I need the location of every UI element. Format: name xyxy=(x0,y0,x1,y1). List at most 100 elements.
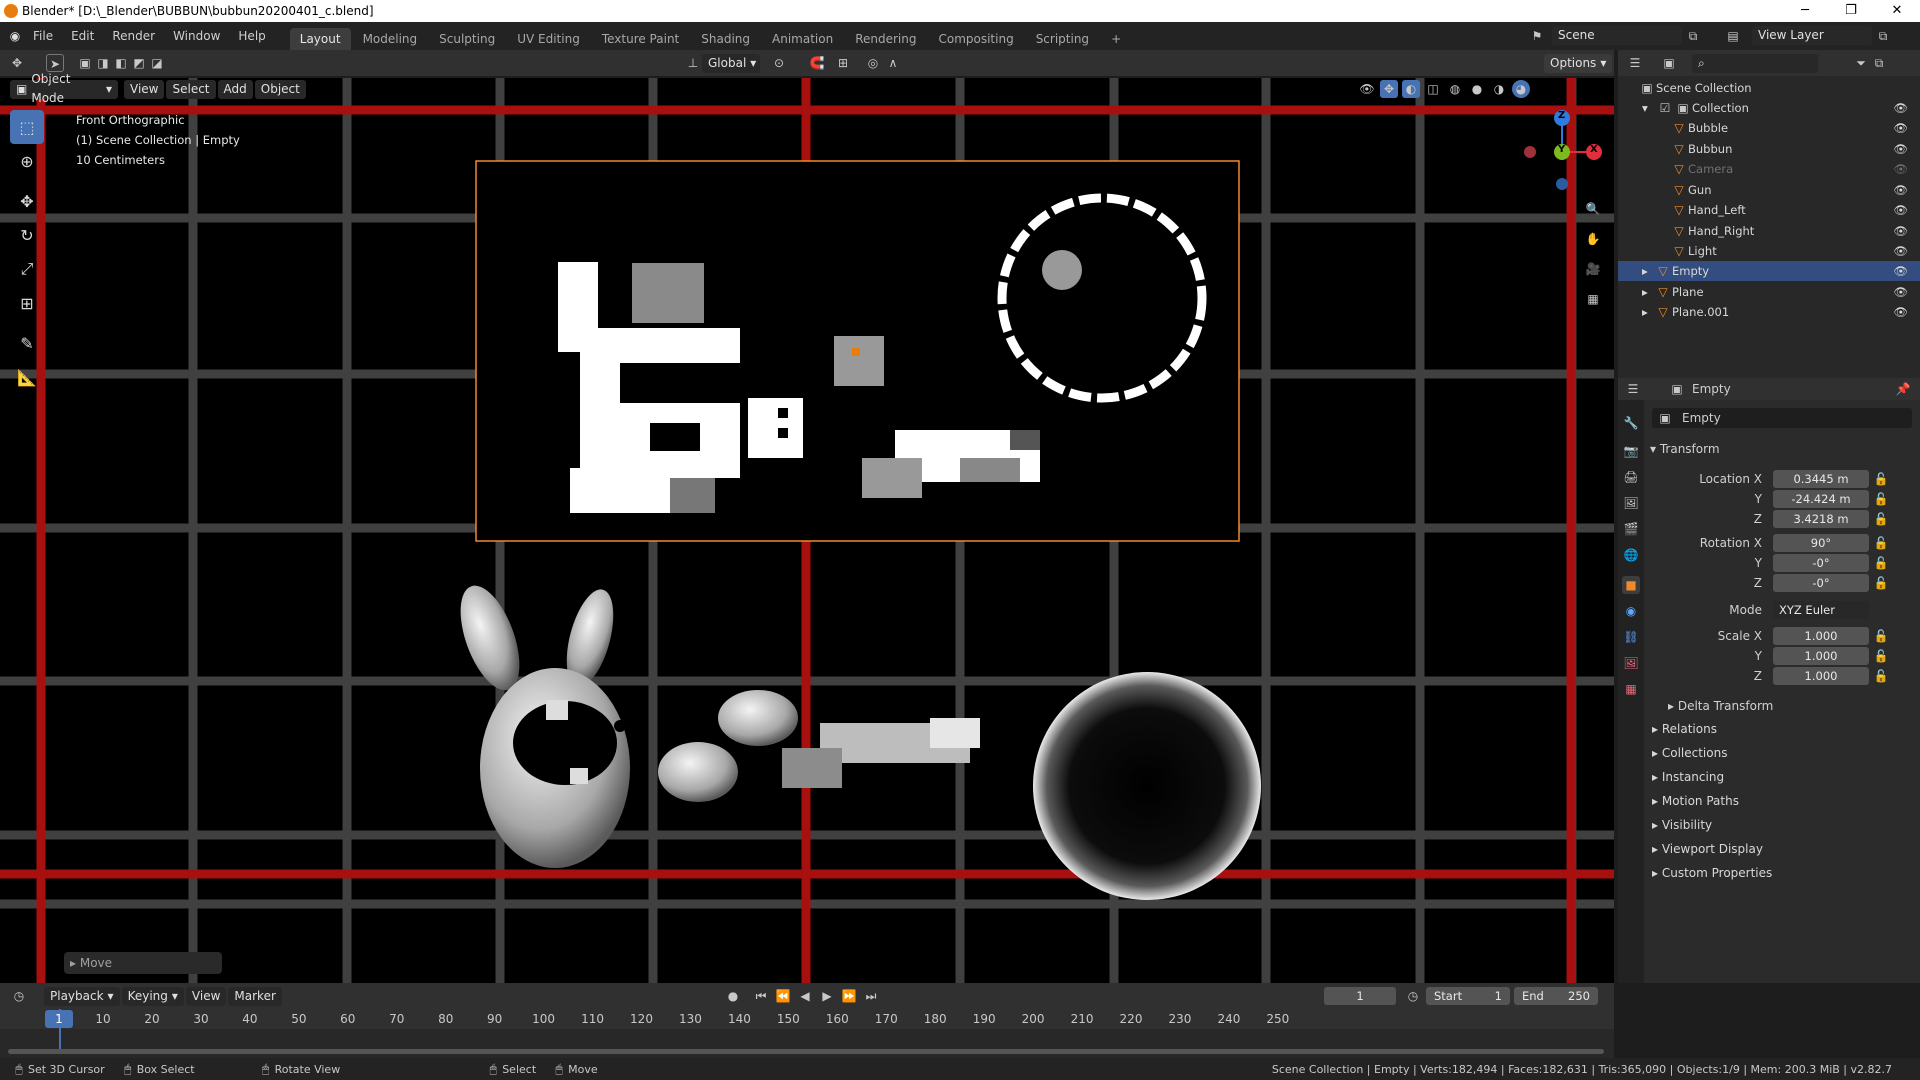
outliner-item[interactable]: ▽ Bubbun 👁 xyxy=(1618,139,1920,159)
tab-compositing[interactable]: Compositing xyxy=(928,28,1023,50)
eye-icon[interactable]: 👁 xyxy=(1893,285,1908,299)
tab-uv-editing[interactable]: UV Editing xyxy=(507,28,590,50)
world-tab-icon[interactable]: 🌐 xyxy=(1622,546,1640,564)
eye-icon[interactable]: 👁 xyxy=(1893,203,1908,217)
property-panel-header[interactable]: ▸ Motion Paths xyxy=(1652,794,1739,808)
jump-end-icon[interactable]: ⏭ xyxy=(862,987,880,1005)
play-reverse-icon[interactable]: ◀ xyxy=(796,987,814,1005)
view-layer-icon[interactable]: ▤ xyxy=(1724,27,1742,45)
measure-tool-icon[interactable]: 📐 xyxy=(10,360,44,394)
outliner-collection[interactable]: ▾ ☑ ▣ Collection 👁 xyxy=(1618,98,1920,118)
object-data-tab-icon[interactable]: 🖼 xyxy=(1622,654,1640,672)
rotation-mode-dropdown[interactable]: XYZ Euler xyxy=(1773,601,1869,619)
filter-icon[interactable]: ⏷ xyxy=(1852,54,1870,72)
jump-keyframe-back-icon[interactable]: ⏪ xyxy=(774,987,792,1005)
timeline-editor-icon[interactable]: ◷ xyxy=(10,987,28,1005)
transform-field-value[interactable]: -24.424 m xyxy=(1773,490,1869,508)
transform-field-value[interactable]: 1.000 xyxy=(1773,647,1869,665)
transform-field-value[interactable]: 3.4218 m xyxy=(1773,510,1869,528)
jump-keyframe-forward-icon[interactable]: ⏩ xyxy=(840,987,858,1005)
transform-field-value[interactable]: 90° xyxy=(1773,534,1869,552)
transform-field-value[interactable]: -0° xyxy=(1773,574,1869,592)
lock-icon[interactable]: 🔓 xyxy=(1872,574,1890,592)
checkbox-icon[interactable]: ☑ xyxy=(1656,99,1674,117)
menu-file[interactable]: File xyxy=(24,22,62,50)
outliner-item[interactable]: ▽ Hand_Right 👁 xyxy=(1618,221,1920,241)
tab-sculpting[interactable]: Sculpting xyxy=(429,28,505,50)
area-divider[interactable] xyxy=(1614,983,1618,1058)
transform-field-value[interactable]: 1.000 xyxy=(1773,667,1869,685)
rotate-tool-icon[interactable]: ↻ xyxy=(10,218,44,252)
tab-animation[interactable]: Animation xyxy=(762,28,843,50)
proportional-edit-icon[interactable]: ◎ xyxy=(864,54,882,72)
zoom-icon[interactable]: 🔍 xyxy=(1578,194,1608,224)
menu-help[interactable]: Help xyxy=(229,22,274,50)
menu-timeline-view[interactable]: View xyxy=(185,986,227,1006)
annotate-tool-icon[interactable]: ✎ xyxy=(10,326,44,360)
scene-selector[interactable]: Scene xyxy=(1552,26,1682,45)
property-panel-header[interactable]: ▸ Viewport Display xyxy=(1652,842,1763,856)
transform-field-value[interactable]: 1.000 xyxy=(1773,627,1869,645)
editor-type-icon[interactable]: ✥ xyxy=(8,54,26,72)
select-mode-invert-icon[interactable]: ◩ xyxy=(130,54,148,72)
outliner-item[interactable]: ▽ Light 👁 xyxy=(1618,241,1920,261)
outliner-search-field[interactable]: ⌕ xyxy=(1692,53,1818,73)
xray-toggle-icon[interactable]: ◫ xyxy=(1424,80,1442,98)
tab-shading[interactable]: Shading xyxy=(691,28,760,50)
scale-tool-icon[interactable]: ⤢ xyxy=(10,252,44,286)
preview-range-icon[interactable]: ◷ xyxy=(1404,987,1422,1005)
lock-icon[interactable]: 🔓 xyxy=(1872,627,1890,645)
outliner-item[interactable]: ▽ Bubble 👁 xyxy=(1618,118,1920,138)
object-mode-dropdown[interactable]: ▣ Object Mode ▾ xyxy=(10,72,118,105)
outliner-editor-icon[interactable]: ☰ xyxy=(1626,54,1644,72)
transform-field-value[interactable]: -0° xyxy=(1773,554,1869,572)
options-dropdown[interactable]: Options ▾ xyxy=(1544,54,1613,73)
property-panel-header[interactable]: ▸ Custom Properties xyxy=(1652,866,1772,880)
menu-select[interactable]: Select xyxy=(166,79,216,99)
physics-tab-icon[interactable]: ◉ xyxy=(1622,602,1640,620)
menu-playback[interactable]: Playback ▾ xyxy=(44,986,120,1006)
outliner-item[interactable]: ▸ ▽ Plane 👁 xyxy=(1618,282,1920,302)
display-mode-icon[interactable]: ▣ xyxy=(1660,54,1678,72)
timeline-scrollbar[interactable] xyxy=(8,1049,1604,1054)
object-tab-icon[interactable]: ■ xyxy=(1622,576,1640,594)
visibility-icon[interactable]: 👁 xyxy=(1358,80,1376,98)
outliner-scene-collection[interactable]: ▣ Scene Collection xyxy=(1618,78,1920,98)
eye-icon[interactable]: 👁 xyxy=(1893,264,1908,278)
gizmo-toggle-icon[interactable]: ✥ xyxy=(1380,80,1398,98)
falloff-icon[interactable]: ∧ xyxy=(884,54,902,72)
shading-solid-icon[interactable]: ● xyxy=(1468,80,1486,98)
menu-object[interactable]: Object xyxy=(254,79,306,99)
cursor-tool-icon[interactable]: ⊕ xyxy=(10,144,44,178)
transform-orientation-dropdown[interactable]: Global ▾ xyxy=(702,54,760,73)
current-frame-field[interactable]: 1 xyxy=(1324,987,1396,1005)
blender-menu-icon[interactable]: ◉ xyxy=(6,27,24,45)
new-collection-icon[interactable]: ⧉ xyxy=(1870,54,1888,72)
overlay-toggle-icon[interactable]: ◐ xyxy=(1402,80,1420,98)
select-mode-subtract-icon[interactable]: ◧ xyxy=(112,54,130,72)
gizmo-y-label[interactable]: Y xyxy=(1558,144,1565,155)
menu-view[interactable]: View xyxy=(124,79,165,99)
record-icon[interactable]: ● xyxy=(724,987,742,1005)
delta-transform-header[interactable]: ▸ Delta Transform xyxy=(1668,699,1773,713)
close-button[interactable]: ✕ xyxy=(1874,0,1920,22)
outliner-item[interactable]: ▽ Camera 👁 xyxy=(1618,159,1920,179)
tab-layout[interactable]: Layout xyxy=(289,28,351,50)
property-panel-header[interactable]: ▸ Relations xyxy=(1652,722,1717,736)
property-panel-header[interactable]: ▸ Collections xyxy=(1652,746,1727,760)
tab-texture-paint[interactable]: Texture Paint xyxy=(592,28,689,50)
eye-icon[interactable]: 👁 xyxy=(1893,142,1908,156)
output-tab-icon[interactable]: 🖨 xyxy=(1622,468,1640,486)
ortho-toggle-icon[interactable]: ▦ xyxy=(1578,284,1608,314)
3d-viewport[interactable]: Z Y X Front Orthographic (1) Scene Colle… xyxy=(0,78,1614,983)
lock-icon[interactable]: 🔓 xyxy=(1872,490,1890,508)
snap-icon[interactable]: 🧲 xyxy=(808,54,826,72)
outliner-item[interactable]: ▸ ▽ Empty 👁 xyxy=(1618,261,1920,281)
menu-keying[interactable]: Keying ▾ xyxy=(121,986,184,1006)
camera-view-icon[interactable]: 🎥 xyxy=(1578,254,1608,284)
pivot-point-icon[interactable]: ⊙ xyxy=(770,54,788,72)
new-scene-icon[interactable]: ⧉ xyxy=(1684,27,1702,45)
menu-edit[interactable]: Edit xyxy=(62,22,103,50)
lock-icon[interactable]: 🔓 xyxy=(1872,554,1890,572)
start-frame-field[interactable]: Start 1 xyxy=(1426,987,1510,1005)
